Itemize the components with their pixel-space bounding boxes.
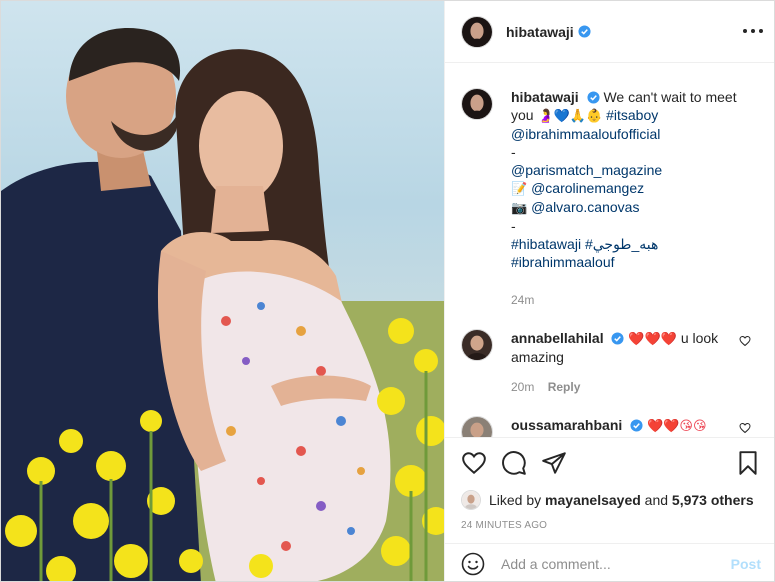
comment-emojis: ❤️❤️😘😘	[647, 418, 707, 433]
emoji-smiley-icon[interactable]	[461, 552, 485, 576]
hashtag-hibatawaji[interactable]: #hibatawaji	[511, 236, 581, 252]
author-avatar[interactable]	[461, 15, 493, 48]
post-photo-illustration	[1, 28, 444, 581]
add-comment-input[interactable]	[501, 555, 731, 572]
liker-avatar[interactable]	[461, 490, 481, 510]
instagram-post-modal: hibatawaji hibatawaji We can't wait to m…	[0, 0, 775, 582]
mention-alvaro-canovas[interactable]: @alvaro.canovas	[531, 199, 639, 215]
caption-emojis: 🤰💙🙏👶	[537, 108, 603, 123]
more-options-icon[interactable]	[743, 21, 763, 41]
hashtag-ibrahimmaalouf[interactable]: #ibrahimmaalouf	[511, 254, 615, 270]
hashtag-itsaboy[interactable]: #itsaboy	[606, 107, 658, 123]
save-bookmark-icon[interactable]	[735, 450, 761, 476]
hashtag-arabic[interactable]: #هبه_طوجي	[585, 236, 658, 252]
post-photo[interactable]	[1, 1, 444, 581]
share-send-icon[interactable]	[541, 450, 567, 476]
like-comment-heart-icon[interactable]	[739, 335, 751, 347]
caption-avatar[interactable]	[461, 88, 493, 120]
post-comment-button[interactable]: Post	[731, 556, 761, 572]
mention-parismatch[interactable]: @parismatch_magazine	[511, 162, 662, 178]
verified-badge-icon	[611, 332, 625, 345]
author-username[interactable]: hibatawaji	[506, 24, 574, 40]
add-comment-bar: Post	[445, 543, 774, 581]
comment-bubble-icon[interactable]	[501, 450, 527, 476]
caption: hibatawaji We can't wait to meet you 🤰💙🙏…	[461, 88, 761, 307]
commenter-avatar[interactable]	[461, 329, 493, 361]
liker-username[interactable]: mayanelsayed	[545, 492, 641, 508]
like-comment-heart-icon[interactable]	[739, 422, 751, 434]
commenter-avatar[interactable]	[461, 416, 493, 437]
caption-username[interactable]: hibatawaji	[511, 89, 579, 105]
post-timestamp[interactable]: 24 MINUTES AGO	[461, 520, 761, 531]
commenter-username[interactable]: annabellahilal	[511, 330, 604, 346]
reply-button[interactable]: Reply	[548, 380, 581, 394]
post-actions: Liked by mayanelsayed and 5,973 others 2…	[445, 437, 774, 541]
likes-prefix: Liked by	[489, 492, 542, 508]
comment-meta: 20m Reply	[511, 380, 761, 394]
post-header: hibatawaji	[445, 1, 774, 63]
post-side-panel: hibatawaji hibatawaji We can't wait to m…	[444, 1, 774, 581]
camera-icon: 📷	[511, 200, 528, 215]
comment-item: oussamarahbani ❤️❤️😘😘	[461, 416, 761, 437]
comment-item: annabellahilal ❤️❤️❤️ u look amazing 20m…	[461, 329, 761, 394]
caption-time[interactable]: 24m	[511, 293, 761, 307]
mention-ibrahimmaaloufofficial[interactable]: @ibrahimmaaloufofficial	[511, 126, 660, 142]
memo-icon: 📝	[511, 181, 528, 196]
likes-summary: Liked by mayanelsayed and 5,973 others	[461, 488, 761, 512]
like-heart-icon[interactable]	[461, 450, 487, 476]
comments-list: hibatawaji We can't wait to meet you 🤰💙🙏…	[445, 64, 774, 437]
verified-badge-icon	[630, 419, 643, 432]
verified-badge-icon	[587, 91, 600, 104]
verified-badge-icon	[578, 25, 591, 38]
caption-dash: -	[511, 218, 516, 234]
comment-emojis: ❤️❤️❤️	[628, 331, 677, 346]
likes-count[interactable]: 5,973 others	[672, 492, 754, 508]
mention-carolinemangez[interactable]: @carolinemangez	[531, 180, 644, 196]
caption-dash: -	[511, 144, 516, 160]
commenter-username[interactable]: oussamarahbani	[511, 417, 622, 433]
likes-and: and	[644, 492, 669, 508]
comment-time[interactable]: 20m	[511, 380, 534, 394]
